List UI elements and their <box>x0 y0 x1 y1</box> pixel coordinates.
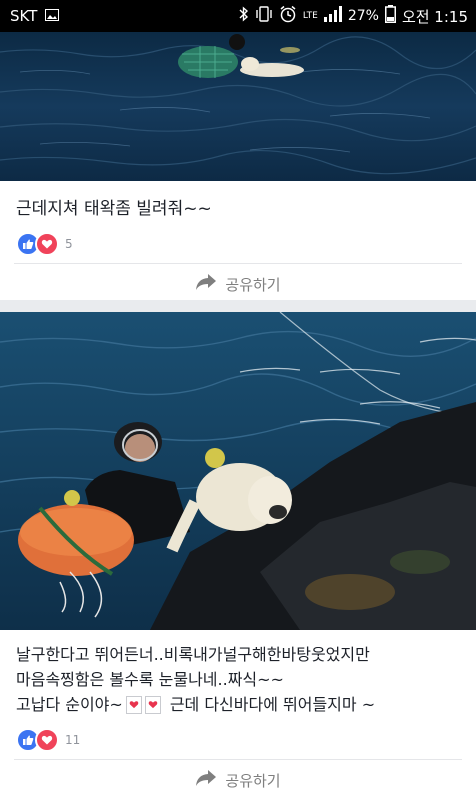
share-arrow-icon <box>195 273 217 295</box>
carrier-label: SKT <box>10 7 38 25</box>
status-bar: SKT LTE 27% 오전 1:15 <box>0 0 476 32</box>
network-label: LTE <box>302 10 318 21</box>
bluetooth-icon <box>239 6 249 26</box>
feed-post-2: 날구한다고 뛰어든너..비록내가널구해한바탕웃었지만 마음속찡함은 볼수록 눈물… <box>0 312 476 810</box>
post-caption: 근데지쳐 태왁좀 빌려줘~~ <box>16 199 212 219</box>
post-photo[interactable] <box>0 32 476 181</box>
image-icon <box>45 7 60 25</box>
share-button[interactable]: 공유하기 <box>0 264 476 304</box>
vibrate-icon <box>255 6 273 26</box>
clock-label: 오전 1:15 <box>401 7 468 26</box>
caption-text-b: 근데 다신바다에 뛰어들지마 ~ <box>169 695 376 714</box>
reaction-count: 5 <box>65 237 73 251</box>
sea-diver-dog-photo <box>0 32 476 181</box>
battery-label: 27% <box>347 8 379 24</box>
love-icon <box>35 232 59 256</box>
post-caption-line-2: 마음속찡함은 볼수록 눈물나네..짜식~~ <box>16 670 284 689</box>
diver-rescuing-dog-photo <box>0 312 476 630</box>
reaction-summary[interactable]: 11 <box>0 725 476 755</box>
share-label: 공유하기 <box>225 275 281 294</box>
feed-post-1: 근데지쳐 태왁좀 빌려줘~~ 5 공유하기 <box>0 32 476 300</box>
battery-icon <box>384 5 396 27</box>
love-icon <box>35 728 59 752</box>
reaction-summary[interactable]: 5 <box>0 229 476 259</box>
share-arrow-icon <box>195 769 217 791</box>
signal-icon <box>323 6 342 26</box>
post-photo[interactable] <box>0 312 476 630</box>
heart-emoji-icon <box>144 695 161 714</box>
caption-text-a: 고납다 순이야~ <box>16 695 123 714</box>
post-caption-line-1: 날구한다고 뛰어든너..비록내가널구해한바탕웃었지만 <box>16 645 370 664</box>
share-label: 공유하기 <box>225 771 281 790</box>
share-button[interactable]: 공유하기 <box>0 760 476 800</box>
heart-emoji-icon <box>125 695 142 714</box>
alarm-icon <box>279 5 297 27</box>
post-caption-line-3: 고납다 순이야~ 근데 다신바다에 뛰어들지마 ~ <box>0 692 476 717</box>
reaction-count: 11 <box>65 733 81 747</box>
